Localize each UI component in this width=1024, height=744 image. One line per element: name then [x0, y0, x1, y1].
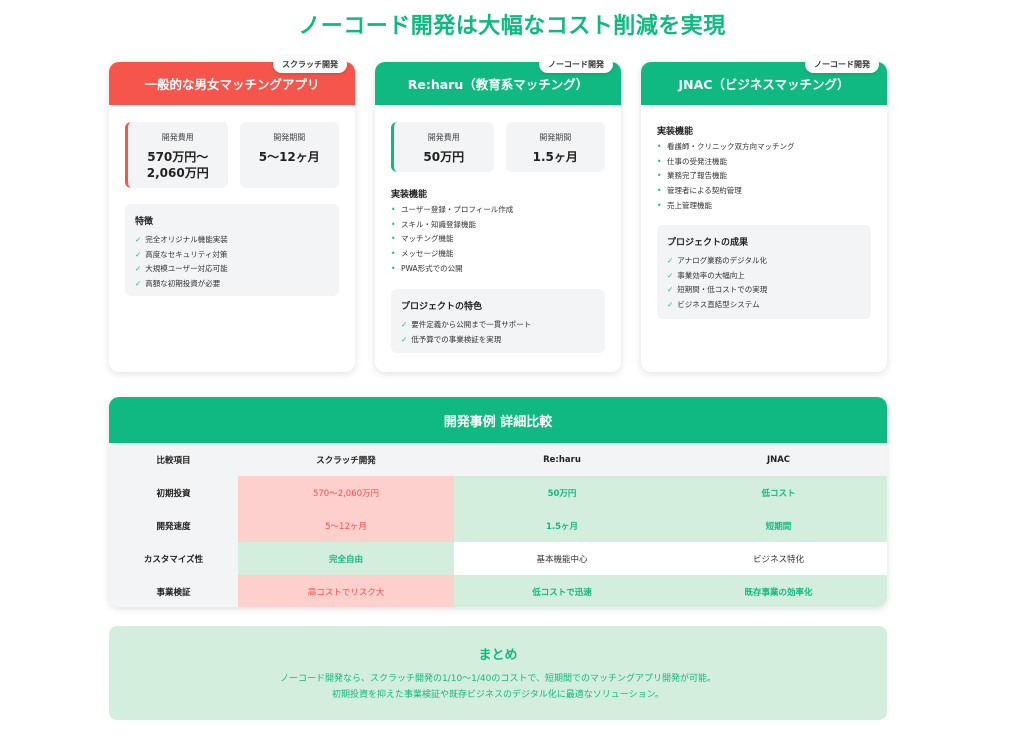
cost-label: 開発費用	[161, 133, 194, 142]
header-cell: JNAC	[670, 443, 887, 476]
row-label: 開発速度	[109, 509, 238, 542]
result-item: ✓ 事業効率の大幅向上	[667, 270, 745, 280]
card-reharu: Re:haru（教育系マッチング） ノーコード開発 開発費用 50万円 開発期間…	[375, 56, 621, 372]
card-jnac-tag: ノーコード開発	[805, 56, 879, 73]
comparison-table: 開発事例 詳細比較 比較項目 スクラッチ開発 Re:haru JNAC 初期投資…	[109, 397, 887, 607]
check-icon: ✓	[667, 299, 674, 309]
check-icon: ✓	[667, 270, 674, 280]
card-scratch-stats: 開発費用 570万円〜 2,060万円 開発期間 5〜12ヶ月	[125, 122, 339, 188]
summary-line-2: 初期投資を抑えた事業検証や既存ビジネスのデジタル化に最適なソリューション。	[331, 690, 665, 700]
card-reharu-title: Re:haru（教育系マッチング）	[407, 77, 589, 92]
table-cell: 高コストでリスク大	[238, 575, 454, 607]
card-scratch: 一般的な男女マッチングアプリ スクラッチ開発 開発費用 570万円〜 2,060…	[109, 56, 355, 372]
cost-value-line2: 2,060万円	[146, 166, 209, 181]
header-cell: 比較項目	[109, 443, 238, 476]
card-scratch-title: 一般的な男女マッチングアプリ	[144, 77, 320, 92]
features-title: 実装機能	[391, 190, 428, 200]
period-value: 1.5ヶ月	[532, 150, 578, 164]
features-title: 実装機能	[657, 127, 694, 137]
table-cell: 50万円	[454, 476, 670, 509]
feature-item: ✓ 高額な初期投資が必要	[135, 278, 221, 288]
summary-line-1: ノーコード開発なら、スクラッチ開発の1/10〜1/40のコストで、短期間でのマッ…	[279, 674, 717, 684]
cost-value: 50万円	[423, 150, 465, 164]
check-icon: ✓	[135, 249, 142, 259]
table-cell: 5〜12ヶ月	[238, 509, 454, 542]
feature-item: ✓ 完全オリジナル機能実装	[135, 235, 228, 244]
traits-box: プロジェクトの特色 ✓ 要件定義から公開まで一貫サポート ✓ 低予算での事業検証を実…	[391, 289, 605, 353]
row-label: 事業検証	[109, 575, 238, 607]
table-cell: 低コストで迅速	[454, 575, 670, 607]
check-icon: ✓	[667, 285, 674, 294]
summary-title: まとめ	[478, 648, 518, 663]
table-row: 開発速度 5〜12ヶ月 1.5ヶ月 短期間	[109, 509, 887, 542]
page-title: ノーコード開発は大幅なコスト削減を実現	[298, 14, 726, 39]
check-icon: ✓	[135, 235, 142, 244]
cost-value: 570万円〜 2,060万円	[128, 149, 228, 181]
traits-title: プロジェクトの特色	[401, 302, 483, 312]
results-box: プロジェクトの成果 ✓ アナログ業務のデジタル化 ✓ 事業効率の大幅向上 ✓ 短期間・…	[657, 225, 871, 319]
trait-item: ✓ 低予算での事業検証を実現	[401, 334, 502, 344]
period-value: 5〜12ヶ月	[258, 150, 320, 164]
result-item: ✓ アナログ業務のデジタル化	[667, 256, 767, 265]
results-title: プロジェクトの成果	[667, 238, 749, 248]
check-icon: ✓	[401, 334, 408, 344]
summary-box: まとめ ノーコード開発なら、スクラッチ開発の1/10〜1/40のコストで、短期間…	[109, 626, 887, 720]
features-list: 看護師・クリニック双方向マッチング 仕事の受発注機能 業務完了報告機能 管理者に…	[657, 140, 871, 214]
cost-value-line1: 570万円〜	[147, 150, 209, 164]
cost-stat: 開発費用 570万円〜 2,060万円	[125, 122, 228, 188]
table-cell: ビジネス特化	[670, 542, 887, 575]
table-row: カスタマイズ性 完全自由 基本機能中心 ビジネス特化	[109, 542, 887, 575]
features-title: 特徴	[135, 217, 154, 227]
card-jnac: JNAC（ビジネスマッチング） ノーコード開発 実装機能 看護師・クリニック双方…	[641, 56, 887, 372]
table-cell: 基本機能中心	[454, 542, 670, 575]
period-label: 開発期間	[273, 133, 306, 142]
table-row: 初期投資 570〜2,060万円 50万円 低コスト	[109, 476, 887, 509]
feature-item: 管理者による契約管理	[657, 184, 871, 199]
period-label: 開発期間	[539, 133, 572, 142]
row-label: カスタマイズ性	[109, 542, 238, 575]
features-box: 特徴 ✓ 完全オリジナル機能実装 ✓ 高度なセキュリティ対策 ✓ 大規模ユーザー対応可…	[125, 204, 339, 296]
period-stat: 開発期間 1.5ヶ月	[505, 122, 605, 172]
feature-item: 業務完了報告機能	[657, 169, 871, 184]
cost-label: 開発費用	[427, 133, 460, 142]
table-cell: 1.5ヶ月	[454, 509, 670, 542]
row-label: 初期投資	[109, 476, 238, 509]
table-cell: 完全自由	[238, 542, 454, 575]
feature-item: 仕事の受発注機能	[657, 155, 871, 170]
comparison-title: 開発事例 詳細比較	[109, 397, 887, 443]
features-list: ユーザー登録・プロフィール作成 スキル・知識登録機能 マッチング機能 メッセージ…	[391, 203, 605, 277]
check-icon: ✓	[135, 278, 142, 288]
card-jnac-title: JNAC（ビジネスマッチング）	[678, 77, 850, 92]
cost-stat: 開発費用 50万円	[391, 122, 494, 172]
feature-item: スキル・知識登録機能	[391, 218, 605, 233]
table-cell: 低コスト	[670, 476, 887, 509]
card-reharu-tag: ノーコード開発	[539, 56, 613, 73]
table-header-row: 比較項目 スクラッチ開発 Re:haru JNAC	[109, 443, 887, 476]
check-icon: ✓	[135, 264, 142, 273]
table-row: 事業検証 高コストでリスク大 低コストで迅速 既存事業の効率化	[109, 575, 887, 607]
trait-item: ✓ 要件定義から公開まで一貫サポート	[401, 320, 532, 329]
feature-item: PWA形式での公開	[391, 262, 605, 277]
check-icon: ✓	[667, 256, 674, 265]
table-cell: 570〜2,060万円	[238, 476, 454, 509]
table-cell: 短期間	[670, 509, 887, 542]
feature-item: ✓ 大規模ユーザー対応可能	[135, 264, 228, 273]
feature-item: ✓ 高度なセキュリティ対策	[135, 249, 228, 259]
result-item: ✓ ビジネス直結型システム	[667, 299, 760, 309]
feature-item: ユーザー登録・プロフィール作成	[391, 203, 605, 218]
period-stat: 開発期間 5〜12ヶ月	[239, 122, 339, 188]
feature-item: メッセージ機能	[391, 247, 605, 262]
header-cell: スクラッチ開発	[238, 443, 454, 476]
card-reharu-stats: 開発費用 50万円 開発期間 1.5ヶ月	[391, 122, 605, 172]
check-icon: ✓	[401, 320, 408, 329]
feature-item: 売上管理機能	[657, 199, 871, 214]
feature-item: 看護師・クリニック双方向マッチング	[657, 140, 871, 155]
feature-item: マッチング機能	[391, 232, 605, 247]
table-cell: 既存事業の効率化	[670, 575, 887, 607]
result-item: ✓ 短期間・低コストでの実現	[667, 285, 768, 294]
header-cell: Re:haru	[454, 443, 670, 476]
card-scratch-tag: スクラッチ開発	[273, 56, 347, 73]
